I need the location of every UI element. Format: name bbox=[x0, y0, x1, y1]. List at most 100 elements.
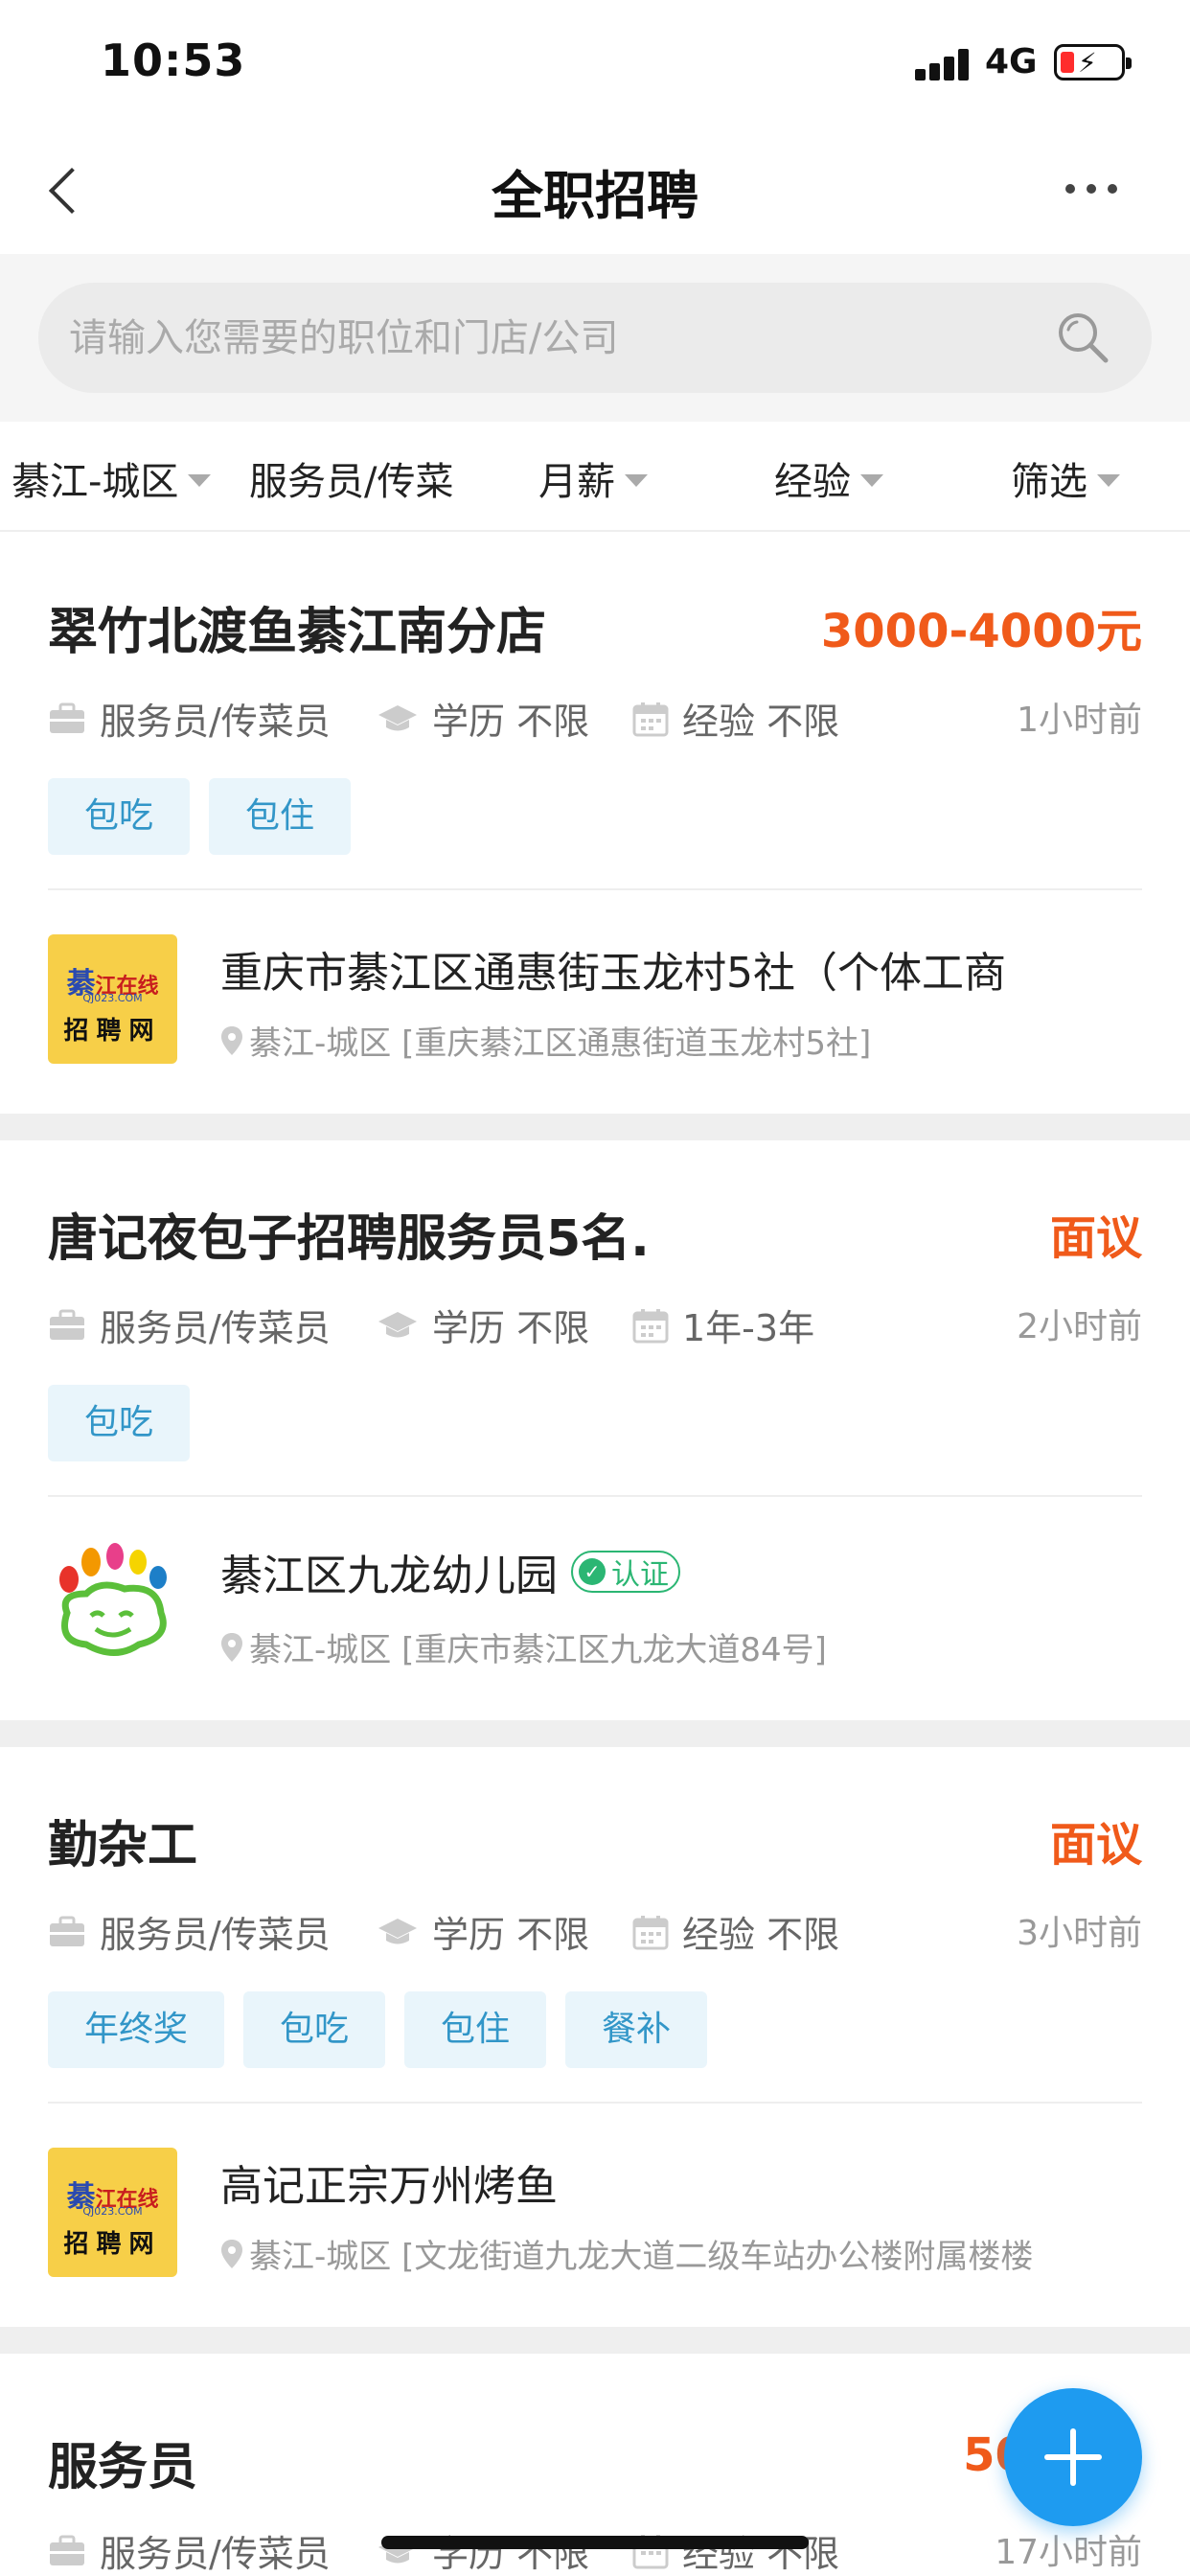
filter-category[interactable]: 服务员/传菜 bbox=[249, 450, 453, 506]
job-list-page: 10:53 4G ⚡ 全职招聘 请输入您需要的职位和门店/公司 綦江-城区 服务… bbox=[0, 0, 1190, 2576]
job-salary: 面议 bbox=[1049, 1818, 1142, 1872]
signal-icon bbox=[915, 48, 969, 80]
status-bar: 10:53 4G ⚡ bbox=[0, 0, 1190, 125]
company-address-text: 綦江-城区 [文龙街道九龙大道二级车站办公楼附属楼楼 bbox=[249, 2238, 1034, 2276]
job-meta: 服务员/传菜员 学历 不限 经验 不限 17小时前 bbox=[48, 2524, 1142, 2576]
caret-down-icon bbox=[1097, 473, 1120, 487]
filter-more-label: 筛选 bbox=[1011, 460, 1087, 504]
divider bbox=[48, 1495, 1142, 1497]
add-job-button[interactable] bbox=[1004, 2388, 1142, 2526]
job-education: 学历 不限 bbox=[377, 692, 589, 745]
card-separator bbox=[0, 2327, 1190, 2354]
calendar-icon bbox=[632, 702, 669, 736]
job-experience: 经验 不限 bbox=[632, 1905, 839, 1958]
job-meta: 服务员/传菜员 学历 不限 经验 不限 3小时前 bbox=[48, 1905, 1142, 1963]
filter-experience[interactable]: 经验 bbox=[774, 450, 883, 506]
job-experience-text: 经验 不限 bbox=[682, 2533, 840, 2575]
card-separator bbox=[0, 1114, 1190, 1140]
company-name: 重庆市綦江区通惠街玉龙村5社（个体工商 bbox=[220, 949, 1006, 998]
company-logo bbox=[48, 1541, 177, 1670]
search-box[interactable] bbox=[38, 283, 1152, 393]
job-card[interactable]: 唐记夜包子招聘服务员5名. 面议 服务员/传菜员 学历 不限 1年-3年 2小时… bbox=[0, 1140, 1190, 1720]
job-tag: 年终奖 bbox=[48, 1991, 225, 2068]
caret-down-icon bbox=[860, 473, 883, 487]
company-address: 綦江-城区 [重庆綦江区通惠街道玉龙村5社] bbox=[220, 1017, 871, 1064]
job-title: 翠竹北渡鱼綦江南分店 bbox=[48, 604, 547, 661]
caret-down-icon bbox=[625, 473, 648, 487]
briefcase-icon bbox=[50, 2535, 84, 2565]
job-experience-text: 经验 不限 bbox=[682, 701, 840, 743]
job-tag: 包住 bbox=[209, 778, 352, 855]
job-salary: 3000-4000元 bbox=[820, 605, 1142, 658]
job-post-time: 3小时前 bbox=[1017, 1914, 1142, 1953]
job-title: 唐记夜包子招聘服务员5名. bbox=[48, 1210, 650, 1268]
job-experience-text: 经验 不限 bbox=[682, 1914, 840, 1956]
job-category: 服务员/传菜员 bbox=[48, 1299, 331, 1351]
filter-area-label: 綦江-城区 bbox=[11, 460, 179, 504]
job-tag: 包吃 bbox=[48, 778, 191, 855]
graduation-cap-icon bbox=[378, 1918, 417, 1944]
job-tag: 包住 bbox=[404, 1991, 547, 2068]
briefcase-icon bbox=[50, 1916, 84, 1946]
job-category-text: 服务员/传菜员 bbox=[100, 1307, 331, 1349]
search-icon[interactable] bbox=[1054, 309, 1111, 366]
location-pin-icon bbox=[221, 1025, 242, 1055]
job-post-time: 17小时前 bbox=[995, 2533, 1142, 2572]
job-title: 服务员 bbox=[48, 2439, 198, 2496]
filter-experience-label: 经验 bbox=[774, 460, 851, 504]
job-category-text: 服务员/传菜员 bbox=[100, 1914, 331, 1956]
job-education: 学历 不限 bbox=[377, 2524, 589, 2576]
job-tag: 餐补 bbox=[565, 1991, 708, 2068]
company-address-text: 綦江-城区 [重庆綦江区通惠街道玉龙村5社] bbox=[249, 1024, 872, 1063]
logo-bottom: 招聘网 bbox=[63, 1017, 162, 1046]
divider bbox=[48, 2102, 1142, 2104]
kindergarten-logo-icon bbox=[59, 1543, 167, 1656]
briefcase-icon bbox=[50, 1309, 84, 1340]
job-education: 学历 不限 bbox=[377, 1905, 589, 1958]
job-education-text: 学历 不限 bbox=[432, 1307, 590, 1349]
filter-area[interactable]: 綦江-城区 bbox=[11, 450, 212, 506]
filter-salary-label: 月薪 bbox=[538, 460, 615, 504]
logo-sub: QJ023.COM bbox=[82, 2205, 143, 2218]
search-input[interactable] bbox=[69, 283, 1027, 393]
verified-label: 认证 bbox=[611, 1558, 669, 1592]
company-logo: 綦江在线 QJ023.COM 招聘网 bbox=[48, 934, 177, 1064]
search-bar bbox=[0, 254, 1190, 422]
card-separator bbox=[0, 1720, 1190, 1747]
job-title: 勤杂工 bbox=[48, 1817, 198, 1874]
job-experience-text: 1年-3年 bbox=[682, 1307, 815, 1349]
job-meta: 服务员/传菜员 学历 不限 1年-3年 2小时前 bbox=[48, 1299, 1142, 1356]
job-card[interactable]: 翠竹北渡鱼綦江南分店 3000-4000元 服务员/传菜员 学历 不限 经验 不… bbox=[0, 534, 1190, 1114]
job-card[interactable]: 勤杂工 面议 服务员/传菜员 学历 不限 经验 不限 3小时前 年终奖 包吃 包… bbox=[0, 1747, 1190, 2327]
caret-down-icon bbox=[188, 473, 212, 487]
network-type: 4G bbox=[985, 42, 1038, 81]
logo-sub: QJ023.COM bbox=[82, 992, 143, 1004]
filter-category-label: 服务员/传菜 bbox=[249, 460, 454, 504]
job-tags: 包吃 bbox=[48, 1385, 209, 1461]
filter-salary[interactable]: 月薪 bbox=[538, 450, 648, 506]
job-experience: 经验 不限 bbox=[632, 2524, 839, 2576]
battery-icon: ⚡ bbox=[1054, 44, 1132, 80]
divider bbox=[48, 888, 1142, 890]
company-name: 綦江区九龙幼儿园 ✓ 认证 bbox=[220, 1541, 680, 1602]
company-name-text: 綦江区九龙幼儿园 bbox=[220, 1552, 558, 1600]
job-education: 学历 不限 bbox=[377, 1299, 589, 1351]
filter-bar: 綦江-城区 服务员/传菜 月薪 经验 筛选 bbox=[0, 422, 1190, 532]
more-icon[interactable] bbox=[1065, 184, 1119, 196]
graduation-cap-icon bbox=[378, 704, 417, 730]
job-education-text: 学历 不限 bbox=[432, 701, 590, 743]
calendar-icon bbox=[632, 1308, 669, 1343]
calendar-icon bbox=[632, 1915, 669, 1949]
home-indicator[interactable] bbox=[381, 2536, 809, 2549]
job-post-time: 1小时前 bbox=[1017, 701, 1142, 740]
nav-bar: 全职招聘 bbox=[0, 125, 1190, 254]
job-tag: 包吃 bbox=[48, 1385, 191, 1461]
job-tag: 包吃 bbox=[243, 1991, 386, 2068]
job-category-text: 服务员/传菜员 bbox=[100, 701, 331, 743]
job-experience: 经验 不限 bbox=[632, 692, 839, 745]
job-category: 服务员/传菜员 bbox=[48, 2524, 331, 2576]
filter-more[interactable]: 筛选 bbox=[1011, 450, 1120, 506]
job-category: 服务员/传菜员 bbox=[48, 1905, 331, 1958]
job-category: 服务员/传菜员 bbox=[48, 692, 331, 745]
job-post-time: 2小时前 bbox=[1017, 1307, 1142, 1346]
